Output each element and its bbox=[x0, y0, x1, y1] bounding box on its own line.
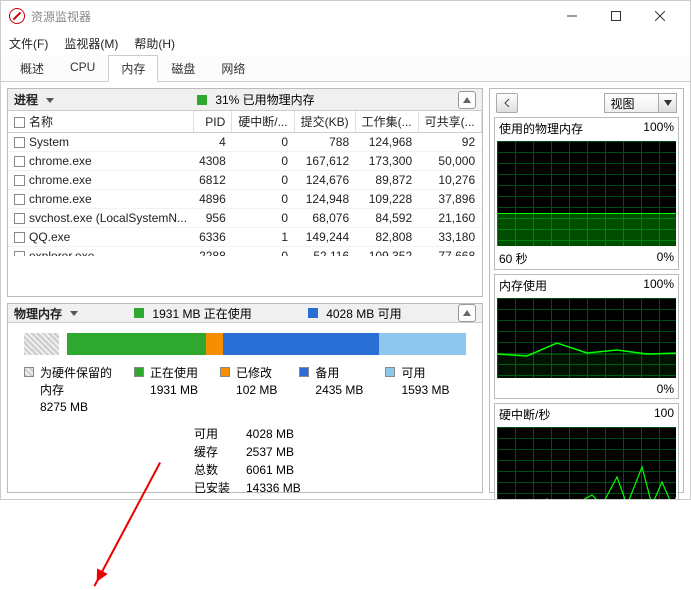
tab-disk[interactable]: 磁盘 bbox=[158, 55, 208, 82]
column-header[interactable]: 工作集(... bbox=[355, 111, 418, 133]
process-name: chrome.exe bbox=[8, 152, 193, 171]
stat-row: 可用4028 MB bbox=[194, 425, 466, 443]
process-name: chrome.exe bbox=[8, 190, 193, 209]
inuse-icon bbox=[134, 308, 144, 318]
legend-item: 可用1593 MB bbox=[385, 365, 449, 415]
physical-memory-panel: 物理内存 1931 MB 正在使用 4028 MB 可用 为硬件保留的内存827… bbox=[7, 303, 483, 493]
collapse-button[interactable] bbox=[458, 304, 476, 322]
menubar: 文件(F) 监视器(M) 帮助(H) bbox=[1, 31, 690, 55]
memory-stats: 可用4028 MB缓存2537 MB总数6061 MB已安装14336 MB bbox=[194, 425, 466, 493]
usage-text: 31% 已用物理内存 bbox=[215, 91, 314, 108]
usage-icon bbox=[197, 95, 207, 105]
window-title: 资源监视器 bbox=[31, 8, 550, 25]
row-checkbox[interactable] bbox=[14, 194, 25, 205]
menu-file[interactable]: 文件(F) bbox=[9, 35, 48, 52]
legend-item: 为硬件保留的内存8275 MB bbox=[24, 365, 112, 415]
collapse-button[interactable] bbox=[458, 91, 476, 109]
memory-bar bbox=[24, 333, 466, 355]
row-checkbox[interactable] bbox=[14, 232, 25, 243]
column-header[interactable]: 提交(KB) bbox=[294, 111, 355, 133]
table-row[interactable]: explorer.exe2288052,116109,35277,66831,6… bbox=[8, 247, 482, 257]
avail-icon bbox=[308, 308, 318, 318]
view-select-caret[interactable] bbox=[659, 93, 677, 113]
process-name: System bbox=[8, 133, 193, 152]
row-checkbox[interactable] bbox=[14, 175, 25, 186]
process-name: QQ.exe bbox=[8, 228, 193, 247]
row-checkbox[interactable] bbox=[14, 251, 25, 256]
process-name: svchost.exe (LocalSystemN... bbox=[8, 209, 193, 228]
tab-memory[interactable]: 内存 bbox=[108, 55, 158, 82]
minimize-button[interactable] bbox=[550, 1, 594, 31]
stat-row: 总数6061 MB bbox=[194, 461, 466, 479]
table-row[interactable]: System40788124,96892124,876 bbox=[8, 133, 482, 152]
row-checkbox[interactable] bbox=[14, 213, 25, 224]
stat-row: 缓存2537 MB bbox=[194, 443, 466, 461]
column-header[interactable]: 名称 bbox=[8, 111, 193, 133]
check-all[interactable] bbox=[14, 117, 25, 128]
table-row[interactable]: QQ.exe63361149,24482,80833,18049,628 bbox=[8, 228, 482, 247]
sort-icon bbox=[70, 306, 78, 320]
process-table: 名称PID硬中断/...提交(KB)工作集(...可共享(...专用(KB) S… bbox=[8, 111, 482, 256]
app-icon bbox=[9, 8, 25, 24]
process-name: chrome.exe bbox=[8, 171, 193, 190]
panel-title: 进程 bbox=[14, 91, 38, 108]
tab-network[interactable]: 网络 bbox=[208, 55, 258, 82]
legend-item: 正在使用1931 MB bbox=[134, 365, 198, 415]
maximize-button[interactable] bbox=[594, 1, 638, 31]
close-button[interactable] bbox=[638, 1, 682, 31]
avail-text: 4028 MB 可用 bbox=[326, 305, 401, 322]
mini-graph: 使用的物理内存100%60 秒0% bbox=[494, 117, 679, 270]
memory-legend: 为硬件保留的内存8275 MB 正在使用1931 MB 已修改102 MB 备用243… bbox=[24, 365, 466, 415]
row-checkbox[interactable] bbox=[14, 156, 25, 167]
panel-title: 物理内存 bbox=[14, 305, 62, 322]
column-header[interactable]: PID bbox=[193, 111, 232, 133]
graph-nav-button[interactable] bbox=[496, 93, 518, 113]
column-header[interactable]: 可共享(... bbox=[418, 111, 481, 133]
menu-monitor[interactable]: 监视器(M) bbox=[64, 35, 118, 52]
tab-overview[interactable]: 概述 bbox=[7, 55, 57, 82]
row-checkbox[interactable] bbox=[14, 137, 25, 148]
legend-item: 备用2435 MB bbox=[299, 365, 363, 415]
table-row[interactable]: svchost.exe (LocalSystemN...956068,07684… bbox=[8, 209, 482, 228]
graphs-panel: 视图 使用的物理内存100%60 秒0%内存使用100%0%硬中断/秒1000 bbox=[489, 88, 684, 493]
stat-row: 已安装14336 MB bbox=[194, 479, 466, 493]
table-row[interactable]: chrome.exe68120124,67689,87210,27679,596 bbox=[8, 171, 482, 190]
inuse-text: 1931 MB 正在使用 bbox=[152, 305, 251, 322]
view-select[interactable]: 视图 bbox=[604, 93, 660, 113]
sort-icon bbox=[46, 93, 54, 107]
process-name: explorer.exe bbox=[8, 247, 193, 257]
tab-cpu[interactable]: CPU bbox=[57, 55, 108, 82]
table-row[interactable]: chrome.exe43080167,612173,30050,000123,3… bbox=[8, 152, 482, 171]
legend-item: 已修改102 MB bbox=[220, 365, 277, 415]
table-row[interactable]: chrome.exe48960124,948109,22837,89671,33… bbox=[8, 190, 482, 209]
mini-graph: 内存使用100%0% bbox=[494, 274, 679, 399]
menu-help[interactable]: 帮助(H) bbox=[134, 35, 175, 52]
processes-panel: 进程 31% 已用物理内存 名称PID硬中断/...提交(KB)工作集(...可… bbox=[7, 88, 483, 297]
column-header[interactable]: 硬中断/... bbox=[232, 111, 294, 133]
tabs: 概述 CPU 内存 磁盘 网络 bbox=[1, 55, 690, 82]
column-header[interactable]: 专用(KB) bbox=[481, 111, 482, 133]
mini-graph: 硬中断/秒1000 bbox=[494, 403, 679, 499]
